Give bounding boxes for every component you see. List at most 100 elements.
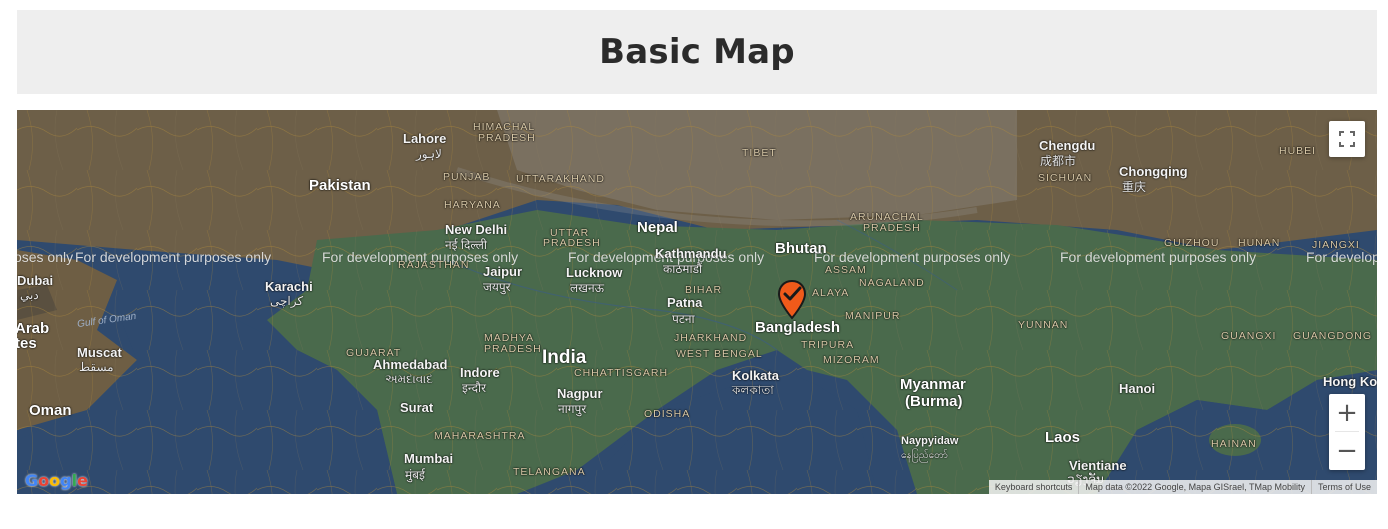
city-label: Muscat xyxy=(77,345,122,360)
city-label-native: နေပြည်တော် xyxy=(901,450,948,461)
city-label-native: مسقط xyxy=(79,360,114,374)
region-label: MAHARASHTRA xyxy=(434,430,526,442)
region-label: ODISHA xyxy=(644,408,691,420)
city-label: Chengdu xyxy=(1039,138,1096,153)
region-label: ASSAM xyxy=(825,264,867,276)
map-container[interactable]: For development purposes only For develo… xyxy=(17,110,1377,494)
region-label: UTTARAKHAND xyxy=(516,173,605,185)
city-label-native: 重庆 xyxy=(1122,180,1147,194)
region-label: CHHATTISGARH xyxy=(574,367,669,379)
city-label-native: नई दिल्ली xyxy=(445,238,488,252)
country-label: Pakistan xyxy=(309,177,371,194)
city-label: Chongqing xyxy=(1119,164,1188,179)
map-marker[interactable] xyxy=(777,279,807,320)
fullscreen-button[interactable] xyxy=(1329,121,1365,157)
region-label: PUNJAB xyxy=(443,171,491,183)
zoom-out-button[interactable]: − xyxy=(1329,432,1365,469)
checkmark-pin-icon xyxy=(777,279,807,320)
region-label: GUANGXI xyxy=(1221,330,1277,342)
city-label: Nagpur xyxy=(557,386,603,401)
country-label: Bhutan xyxy=(775,240,827,257)
city-label-native: इन्दौर xyxy=(462,381,486,395)
region-label: GUJARAT xyxy=(346,347,402,359)
city-label-native: जयपुर xyxy=(483,280,511,294)
city-label-native: અમદાવાદ xyxy=(385,372,433,386)
region-label: BIHAR xyxy=(685,284,723,296)
watermark-text: For development purposes only xyxy=(75,249,272,265)
region-label: GUIZHOU xyxy=(1164,237,1220,249)
region-label: HARYANA xyxy=(444,199,501,211)
city-label: Vientiane xyxy=(1069,458,1127,473)
city-label-native: काठमाडौं xyxy=(663,262,703,276)
city-label-native: मुंबई xyxy=(405,468,425,482)
city-label: Kolkata xyxy=(732,368,779,383)
city-label-native: लखनऊ xyxy=(570,281,605,295)
region-label: YUNNAN xyxy=(1018,319,1069,331)
region-label: SICHUAN xyxy=(1038,172,1093,184)
region-label: WEST BENGAL xyxy=(676,348,763,360)
city-label: Lucknow xyxy=(566,265,623,280)
city-label-native: دبي xyxy=(20,288,39,302)
country-label: Bangladesh xyxy=(755,319,841,336)
map-data-attribution: Map data ©2022 Google, Mapa GISrael, TMa… xyxy=(1078,480,1311,494)
region-label: RAJASTHAN xyxy=(398,259,470,271)
region-label: HUBEI xyxy=(1279,145,1317,157)
country-label: Myanmar xyxy=(900,376,966,393)
watermark-text: For development purposes only xyxy=(1060,249,1257,265)
city-label: Kathmandu xyxy=(655,246,727,261)
city-label-native: पटना xyxy=(672,312,695,326)
zoom-in-button[interactable]: + xyxy=(1329,394,1365,431)
city-label: Hong Kor xyxy=(1323,374,1377,389)
city-label: Lahore xyxy=(403,131,447,146)
country-label: (Burma) xyxy=(905,393,963,410)
city-label: Hanoi xyxy=(1119,381,1156,396)
map-attribution: Keyboard shortcuts Map data ©2022 Google… xyxy=(988,480,1377,494)
region-label: PRADESH xyxy=(543,237,601,249)
city-label: Mumbai xyxy=(404,451,454,466)
country-label: tes xyxy=(17,335,37,352)
watermark-text: For development purposes only xyxy=(17,249,74,265)
region-label: PRADESH xyxy=(478,132,536,144)
region-label: MANIPUR xyxy=(845,310,901,322)
zoom-control: + − xyxy=(1329,394,1365,470)
region-label: TELANGANA xyxy=(513,466,586,478)
region-label: HAINAN xyxy=(1211,438,1257,450)
region-label: TRIPURA xyxy=(801,339,855,351)
region-label: JIANGXI xyxy=(1312,239,1360,251)
region-label: JHARKHAND xyxy=(674,332,748,344)
country-label: Nepal xyxy=(637,219,678,236)
city-label-native: नागपुर xyxy=(558,402,587,416)
city-label-native: 成都市 xyxy=(1040,154,1077,168)
fullscreen-icon xyxy=(1339,131,1355,147)
city-label: Ahmedabad xyxy=(373,357,448,372)
watermark-text: For development purposes only xyxy=(814,249,1011,265)
page-header: Basic Map xyxy=(17,10,1377,94)
region-label: GUANGDONG xyxy=(1293,330,1373,342)
city-label-native: কলকাতা xyxy=(732,383,774,397)
city-label: Jaipur xyxy=(483,264,523,279)
terms-of-use-link[interactable]: Terms of Use xyxy=(1310,480,1377,494)
watermark-text: For development purposes only xyxy=(1306,249,1377,265)
city-label: New Delhi xyxy=(445,222,508,237)
city-label: Dubai xyxy=(17,273,54,288)
region-label: MIZORAM xyxy=(823,354,880,366)
region-label: PRADESH xyxy=(484,343,542,355)
country-label: Laos xyxy=(1045,429,1081,446)
country-label: Oman xyxy=(29,402,72,419)
city-label-native: لاہور xyxy=(416,147,442,161)
city-label: Patna xyxy=(667,295,703,310)
city-label: Naypyidaw xyxy=(901,435,959,447)
region-label: HUNAN xyxy=(1238,237,1281,249)
page-title: Basic Map xyxy=(599,32,795,72)
keyboard-shortcuts-link[interactable]: Keyboard shortcuts xyxy=(989,480,1079,494)
region-label: NAGALAND xyxy=(859,277,925,289)
city-label-native: کراچی xyxy=(270,294,304,308)
google-logo: Google xyxy=(25,471,88,490)
city-label: Surat xyxy=(400,400,434,415)
region-label: ALAYA xyxy=(812,287,850,299)
region-label: TIBET xyxy=(742,147,777,159)
city-label: Indore xyxy=(460,365,500,380)
country-label: India xyxy=(542,347,587,368)
region-label: PRADESH xyxy=(863,222,921,234)
city-label: Karachi xyxy=(265,279,313,294)
